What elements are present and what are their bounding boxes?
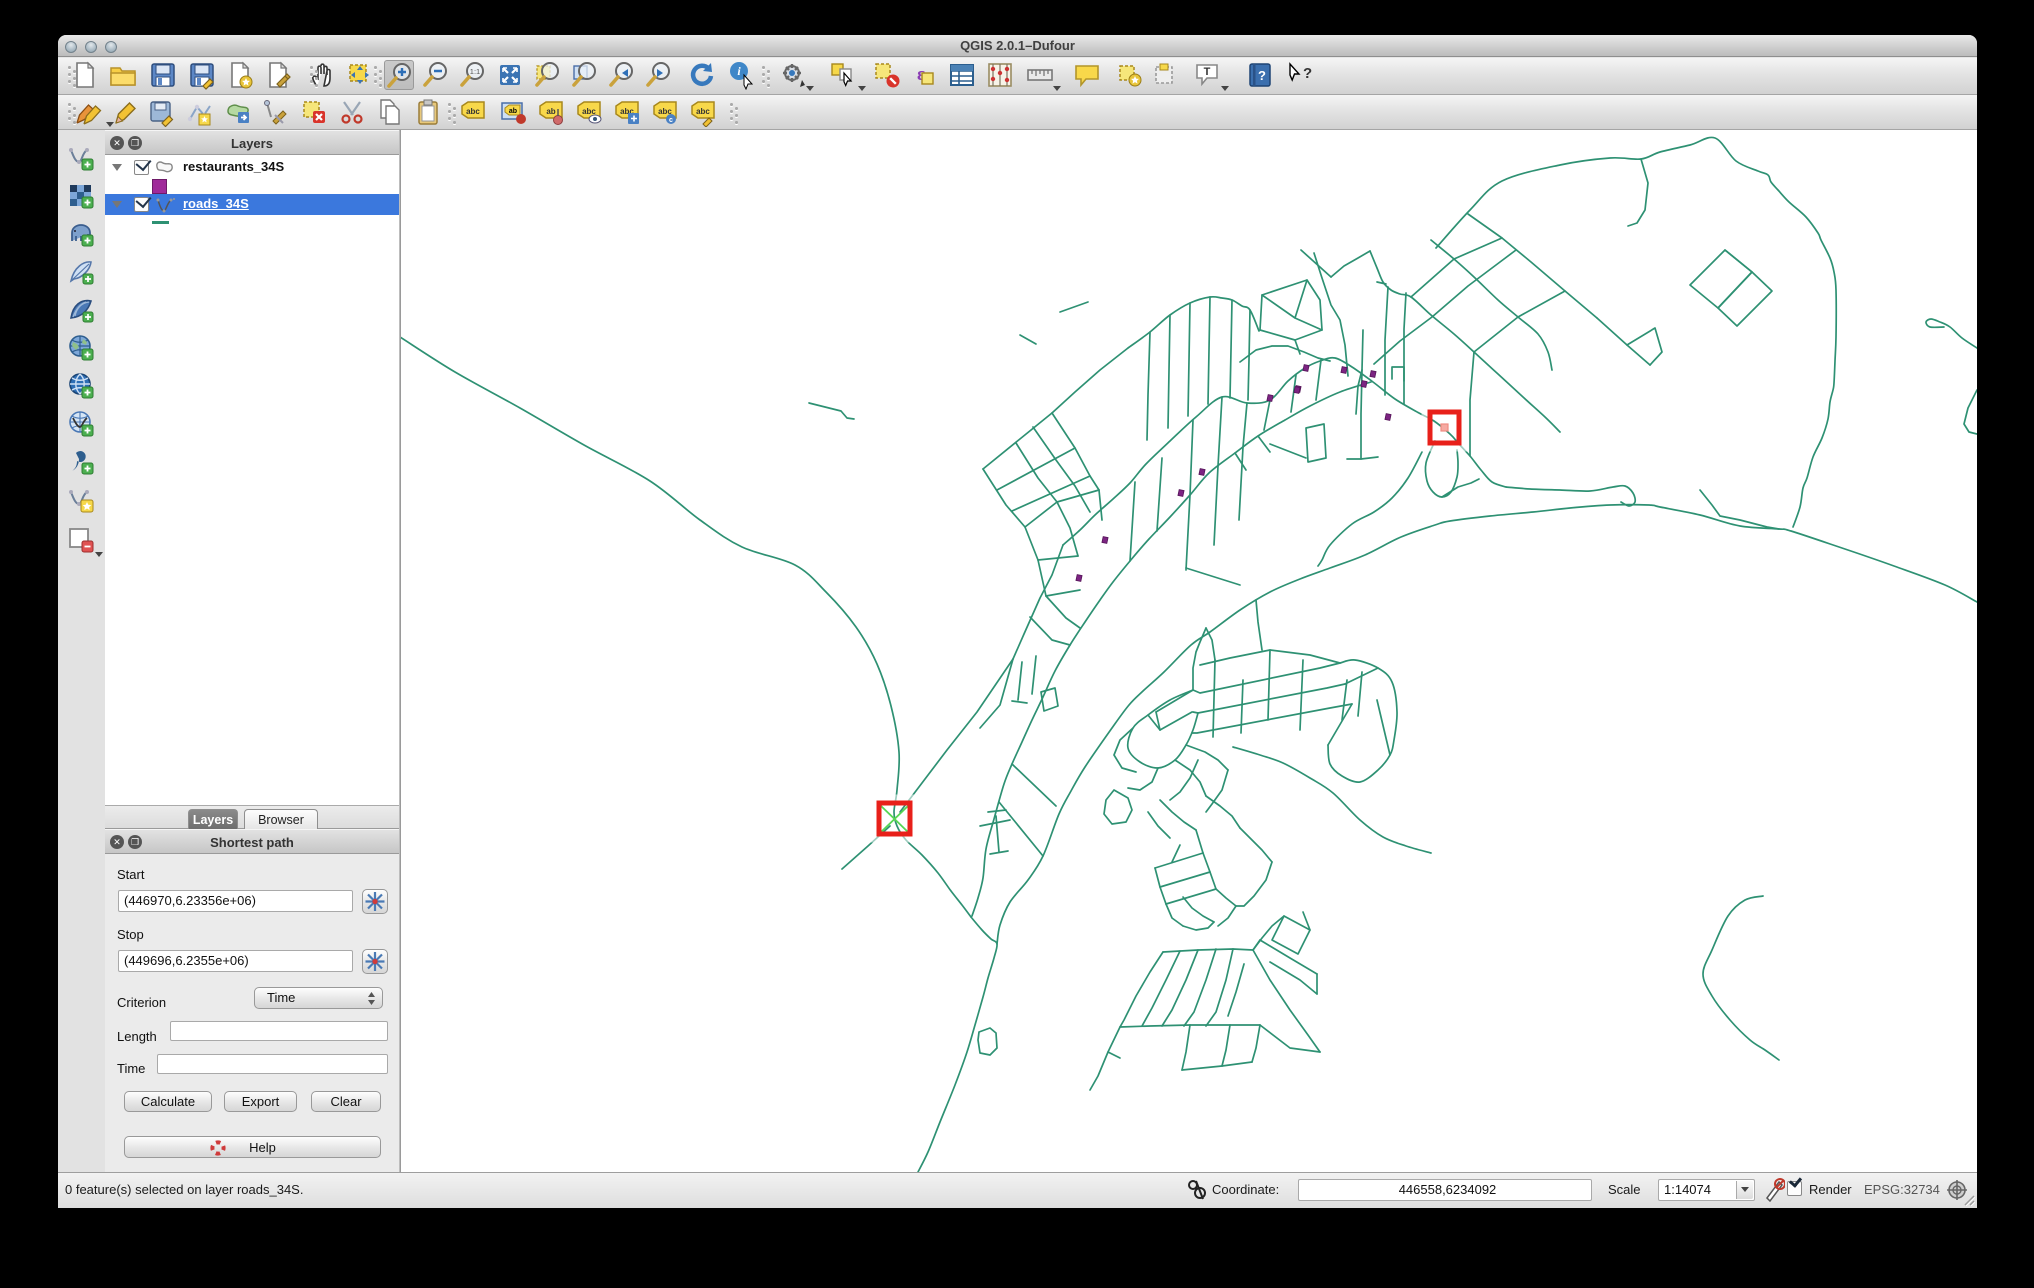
svg-text:?: ? — [1258, 68, 1266, 83]
svg-text:ab: ab — [509, 108, 517, 115]
svg-text:1:1: 1:1 — [470, 67, 480, 76]
svg-text:T: T — [1204, 66, 1211, 78]
svg-text:abc: abc — [696, 107, 710, 116]
svg-text:abc: abc — [466, 107, 480, 116]
svg-text:?: ? — [1303, 65, 1312, 82]
svg-text:ab: ab — [546, 107, 555, 116]
svg-text:c: c — [669, 117, 673, 124]
